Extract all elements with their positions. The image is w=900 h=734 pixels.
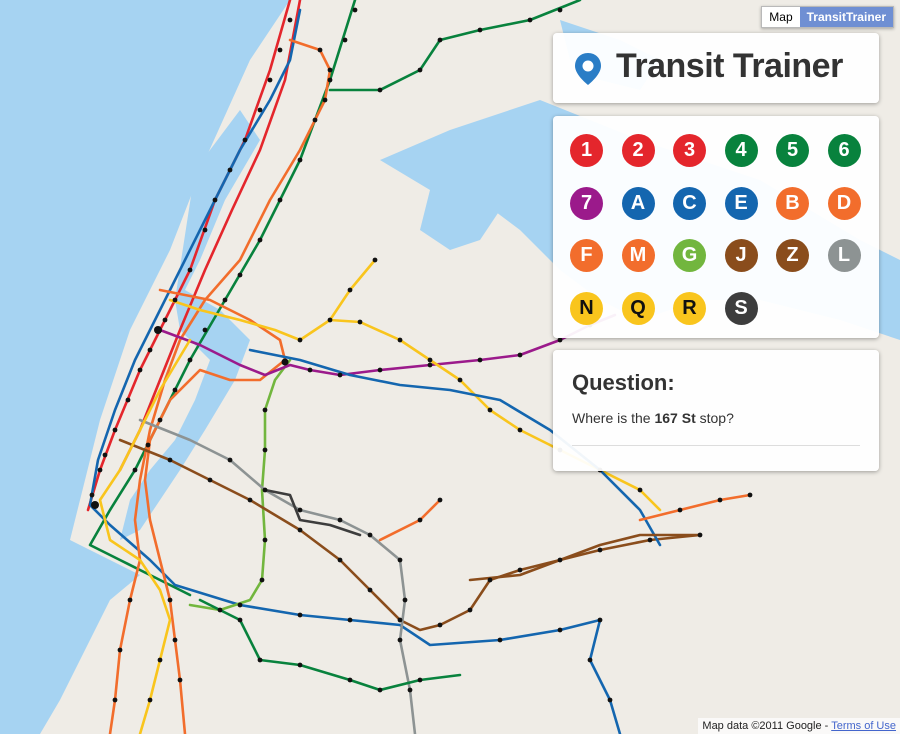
line-bullet-c[interactable]: C [673, 186, 706, 220]
line-bullet-l[interactable]: L [827, 239, 861, 272]
line-bullet-6[interactable]: 6 [827, 134, 861, 167]
line-bullet-5[interactable]: 5 [776, 134, 809, 167]
line-bullet-b[interactable]: B [776, 186, 809, 220]
line-bullet-e[interactable]: E [724, 186, 758, 220]
line-bullet-1[interactable]: 1 [570, 134, 603, 167]
line-bullet-a[interactable]: A [621, 186, 655, 220]
title-panel: Transit Trainer [553, 33, 879, 103]
line-selector-panel: 123456 7ACEBD FMGJZL NQRS [553, 116, 879, 338]
line-bullet-g[interactable]: G [673, 239, 706, 272]
map-type-transittrainer-button[interactable]: TransitTrainer [799, 7, 893, 27]
map-type-map-button[interactable]: Map [762, 7, 799, 27]
map-pin-icon [573, 52, 603, 91]
line-bullet-d[interactable]: D [827, 186, 861, 220]
line-bullet-q[interactable]: Q [621, 291, 655, 325]
line-bullet-3[interactable]: 3 [673, 134, 706, 167]
map-type-control: Map TransitTrainer [761, 6, 894, 28]
question-prefix: Where is the [572, 410, 655, 426]
line-bullet-m[interactable]: M [621, 239, 655, 272]
line-bullet-7[interactable]: 7 [570, 186, 603, 220]
line-bullet-j[interactable]: J [724, 239, 758, 272]
app-title: Transit Trainer [616, 47, 843, 85]
line-bullet-2[interactable]: 2 [621, 134, 655, 167]
line-bullet-f[interactable]: F [570, 239, 603, 272]
question-text: Where is the 167 St stop? [572, 410, 734, 426]
question-heading: Question: [572, 370, 675, 395]
line-bullet-n[interactable]: N [570, 291, 603, 325]
terms-of-use-link[interactable]: Terms of Use [831, 720, 896, 732]
line-bullet-r[interactable]: R [673, 291, 706, 325]
map-footer: Map data ©2011 Google - Terms of Use [698, 718, 900, 734]
question-stop-name: 167 St [654, 410, 696, 426]
map-data-credit: Map data ©2011 Google - [702, 720, 832, 732]
question-suffix: stop? [695, 410, 734, 426]
question-divider [572, 445, 860, 446]
line-bullet-s[interactable]: S [724, 291, 758, 325]
question-panel: Question: Where is the 167 St stop? [553, 350, 879, 471]
line-bullet-4[interactable]: 4 [724, 134, 758, 167]
line-bullet-z[interactable]: Z [776, 239, 809, 272]
